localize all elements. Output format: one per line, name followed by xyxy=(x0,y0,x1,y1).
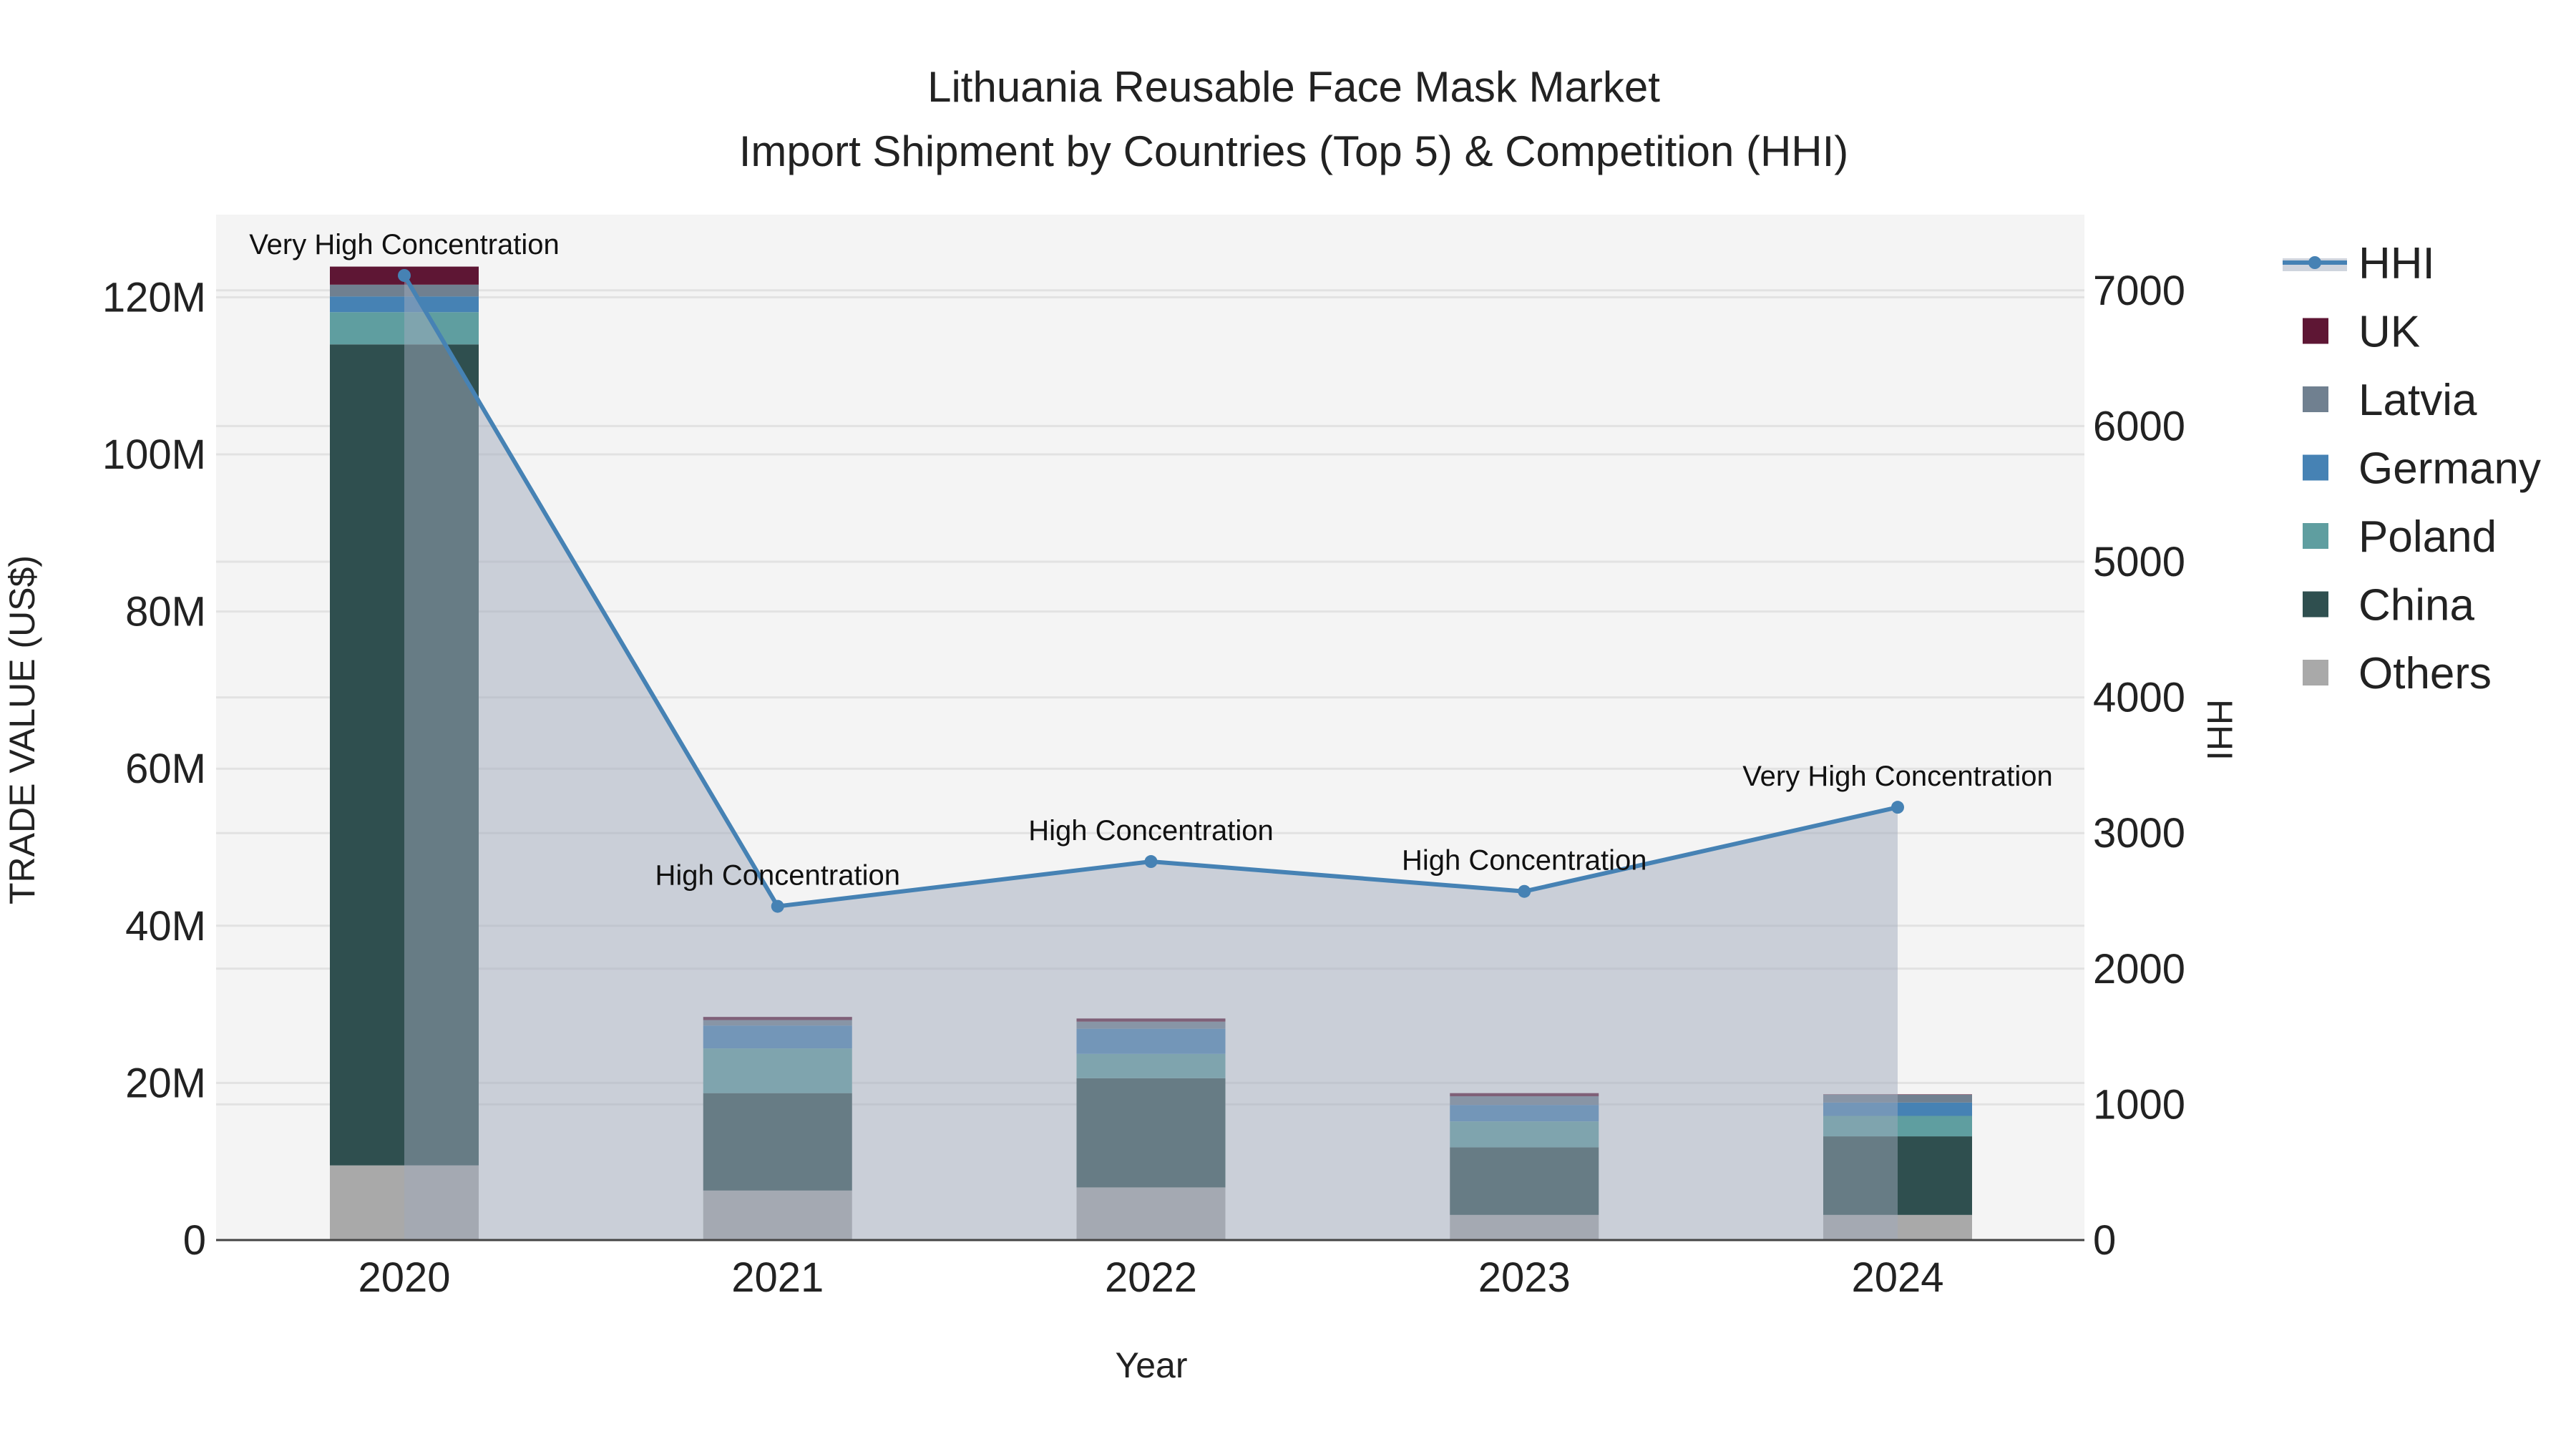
y2-tick-label: 1000 xyxy=(2093,1081,2185,1128)
legend-swatch-latvia xyxy=(2303,386,2328,412)
hhi-annotation: High Concentration xyxy=(1402,845,1646,877)
y-axis-title: TRADE VALUE (US$) xyxy=(2,555,42,904)
legend-label: Others xyxy=(2358,649,2492,698)
legend-hhi-marker xyxy=(2308,256,2321,269)
y-tick-label: 40M xyxy=(125,903,206,950)
x-tick-label: 2024 xyxy=(1851,1254,1943,1301)
y-tick-label: 100M xyxy=(102,431,206,478)
y-tick-label: 60M xyxy=(125,746,206,792)
y2-axis-title: HHI xyxy=(2200,699,2240,761)
y-tick-label: 120M xyxy=(102,274,206,321)
hhi-point xyxy=(771,899,784,913)
x-axis-title: Year xyxy=(1115,1345,1187,1385)
legend-label: China xyxy=(2358,581,2475,630)
legend: HHI UK Latvia Germany Poland China Others xyxy=(2283,239,2541,698)
y2-tick-label: 5000 xyxy=(2093,539,2185,585)
legend-label: UK xyxy=(2358,308,2420,357)
chart-title-line1: Lithuania Reusable Face Mask Market xyxy=(927,63,1660,111)
chart-title-line2: Import Shipment by Countries (Top 5) & C… xyxy=(739,127,1849,175)
x-tick-label: 2020 xyxy=(358,1254,450,1301)
y2-tick-label: 7000 xyxy=(2093,268,2185,314)
hhi-point xyxy=(1144,855,1158,869)
legend-swatch-germany xyxy=(2303,454,2328,481)
y-tick-label: 0 xyxy=(183,1217,206,1264)
y2-tick-label: 6000 xyxy=(2093,403,2185,449)
hhi-annotation: Very High Concentration xyxy=(1742,761,2053,792)
hhi-annotation: Very High Concentration xyxy=(249,229,560,260)
y2-tick-label: 4000 xyxy=(2093,675,2185,721)
x-tick-label: 2021 xyxy=(731,1254,824,1301)
y2-tick-label: 3000 xyxy=(2093,810,2185,857)
y-tick-label: 20M xyxy=(125,1060,206,1106)
legend-swatch-poland xyxy=(2303,523,2328,549)
hhi-point xyxy=(1891,801,1904,814)
y2-tick-label: 2000 xyxy=(2093,946,2185,992)
y2-tick-label: 0 xyxy=(2093,1217,2116,1264)
legend-label: Poland xyxy=(2358,512,2497,562)
legend-swatch-others xyxy=(2303,660,2328,686)
legend-label: Germany xyxy=(2358,444,2541,494)
hhi-point xyxy=(1518,884,1531,898)
legend-swatch-uk xyxy=(2303,318,2328,344)
hhi-annotation: High Concentration xyxy=(1028,815,1273,847)
x-tick-label: 2022 xyxy=(1105,1254,1197,1301)
legend-label: Latvia xyxy=(2358,376,2477,425)
y-tick-label: 80M xyxy=(125,589,206,635)
hhi-point xyxy=(398,268,411,282)
legend-label: HHI xyxy=(2358,239,2435,288)
hhi-annotation: High Concentration xyxy=(655,860,900,892)
chart: Lithuania Reusable Face Mask Market Impo… xyxy=(2,63,2541,1385)
legend-swatch-china xyxy=(2303,591,2328,618)
x-tick-label: 2023 xyxy=(1478,1254,1571,1301)
